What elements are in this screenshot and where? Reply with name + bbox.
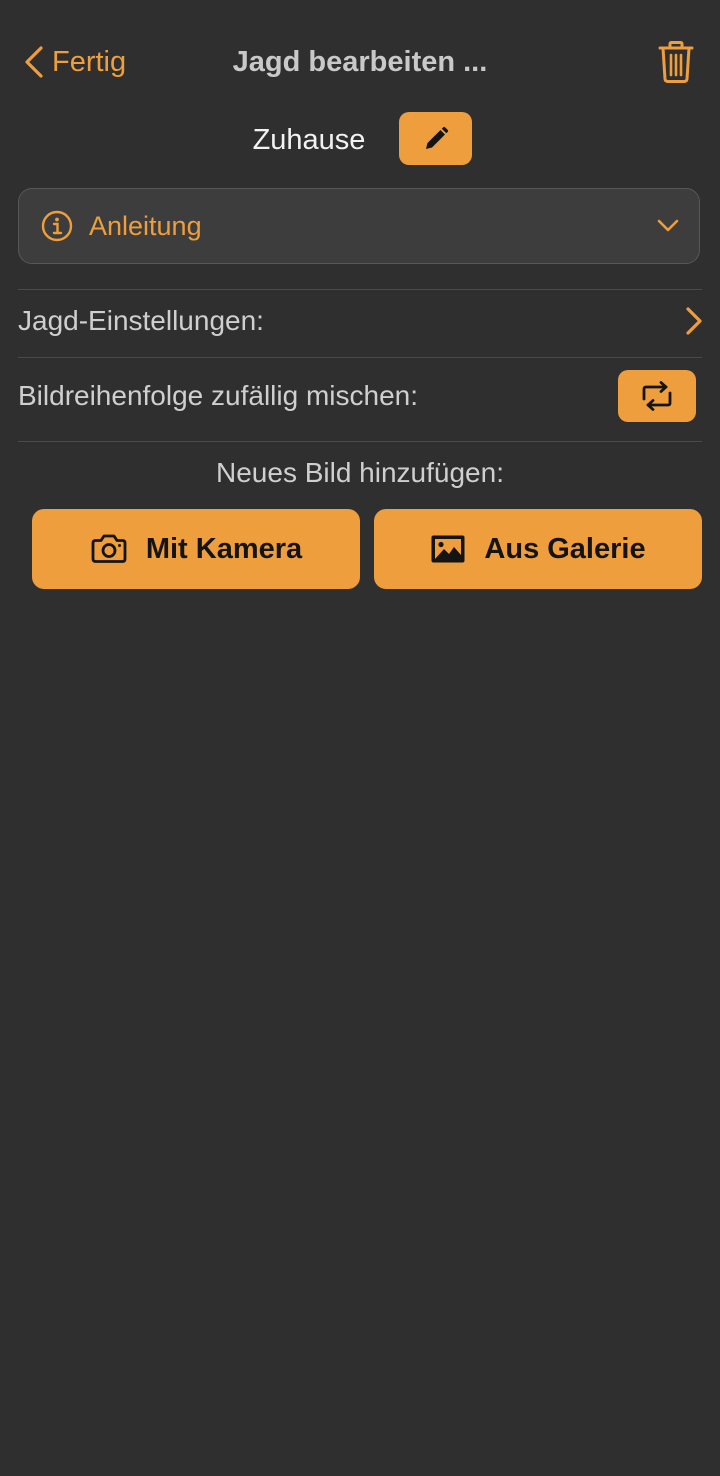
hunt-name: Zuhause	[252, 123, 366, 156]
shuffle-button[interactable]	[618, 370, 696, 422]
back-button-label: Fertig	[52, 45, 127, 78]
camera-button-label: Mit Kamera	[145, 532, 303, 565]
chevron-right-icon	[680, 304, 708, 338]
edit-name-button[interactable]	[399, 112, 472, 165]
instructions-disclosure[interactable]: Anleitung	[18, 188, 700, 264]
shuffle-icon	[642, 381, 672, 411]
instructions-label: Anleitung	[89, 210, 202, 241]
divider	[18, 441, 702, 442]
camera-button[interactable]: Mit Kamera	[32, 509, 360, 589]
divider	[18, 357, 702, 358]
chevron-down-icon	[657, 219, 679, 232]
back-button[interactable]: Fertig	[24, 40, 126, 84]
divider	[18, 289, 702, 290]
delete-button[interactable]	[652, 38, 700, 86]
shuffle-label: Bildreihenfolge zufällig mischen:	[18, 380, 418, 411]
pencil-icon	[425, 126, 448, 149]
camera-icon	[91, 534, 127, 563]
chevron-left-icon	[25, 46, 43, 78]
gallery-button[interactable]: Aus Galerie	[374, 509, 702, 589]
info-circle-icon	[41, 210, 73, 242]
hunt-settings-label: Jagd-Einstellungen:	[18, 305, 264, 336]
image-icon	[431, 535, 465, 563]
add-image-label: Neues Bild hinzufügen:	[216, 457, 504, 488]
gallery-button-label: Aus Galerie	[484, 532, 646, 565]
trash-icon	[658, 41, 694, 83]
